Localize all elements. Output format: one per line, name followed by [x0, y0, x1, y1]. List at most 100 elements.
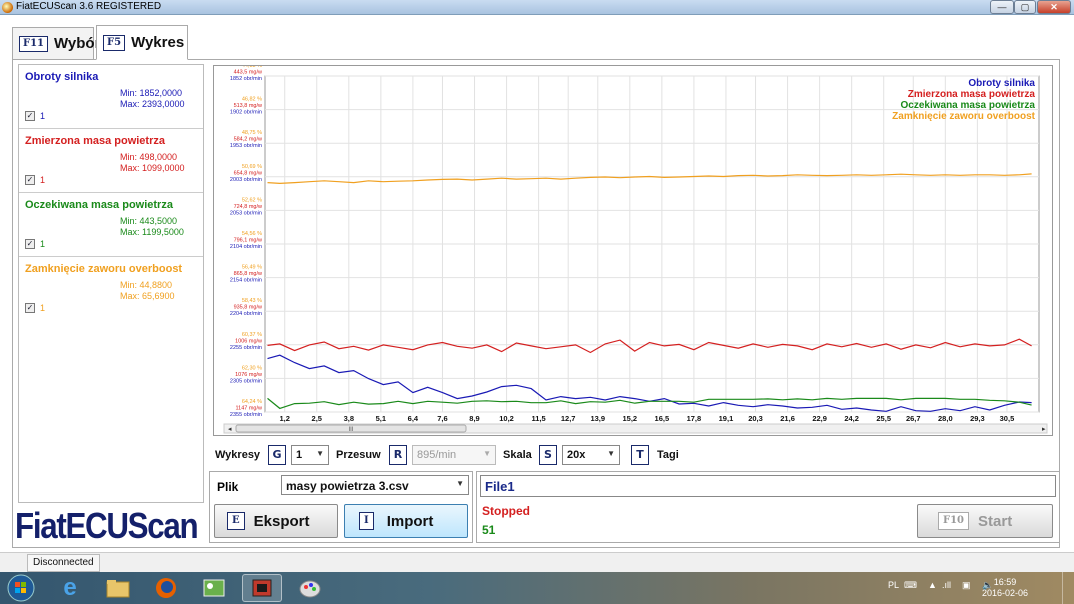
y-tick-label: 50,69 %: [242, 164, 262, 170]
legend-entry: Zamknięcie zaworu overboost: [892, 111, 1035, 122]
status-state: Stopped: [482, 504, 530, 518]
przesuw-key[interactable]: R: [389, 445, 407, 465]
y-tick-label: 48,75 %: [242, 130, 262, 136]
signal-checkbox[interactable]: ✓: [25, 239, 35, 249]
y-tick-label: 1902 obr/min: [230, 110, 262, 116]
signal-name: Zmierzona masa powietrza: [25, 135, 165, 147]
signal-axis-number: 1: [40, 239, 46, 249]
skala-key[interactable]: S: [539, 445, 557, 465]
y-tick-label: 64,24 %: [242, 399, 262, 405]
signal-name: Zamknięcie zaworu overboost: [25, 263, 183, 275]
taskbar: e PL ⌨ ▲ .ıll ▣ 🔈 16:59 2016-02-06: [0, 572, 1074, 604]
chevron-down-icon: ▼: [456, 479, 464, 488]
signal-axis-number: 1: [40, 175, 46, 185]
line-chart: 1,2 2,5 3,8 5,1 6,4 7,6 8,9 10,2 11,5 12,7 13,9 15,…: [223, 66, 1048, 434]
export-button[interactable]: E Eksport: [214, 504, 338, 538]
przesuw-value: 895/min: [417, 449, 457, 461]
x-tick-label: 6,4: [408, 414, 419, 423]
y-tick-label: 2154 obr/min: [230, 278, 262, 284]
start-button[interactable]: F10 Start: [917, 504, 1053, 538]
close-button[interactable]: ✕: [1037, 0, 1071, 14]
y-tick-label: 2053 obr/min: [230, 210, 262, 216]
signal-checkbox[interactable]: ✓: [25, 303, 35, 313]
y-tick-label: 60,37 %: [242, 332, 262, 338]
network-icon[interactable]: ▣: [962, 580, 971, 591]
x-tick-label: 25,5: [876, 414, 891, 423]
wykresy-label: Wykresy: [215, 449, 261, 461]
language-indicator[interactable]: PL: [888, 580, 899, 590]
y-tick-label: 584,2 mg/w: [234, 137, 262, 143]
y-tick-label: 2204 obr/min: [230, 311, 262, 317]
x-tick-label: 11,5: [532, 414, 546, 423]
signal-icon[interactable]: .ıll: [942, 580, 951, 590]
clock-date: 2016-02-06: [981, 588, 1028, 598]
y-tick-label: 56,49 %: [242, 265, 262, 271]
tab-wybor[interactable]: F11 Wybór: [12, 27, 100, 60]
scrollbar-grip: III: [348, 427, 353, 433]
legend-entry: Zmierzona masa powietrza: [908, 89, 1036, 100]
app-logo: FiatECUScan: [15, 505, 199, 546]
y-tick-label: 2355 obr/min: [230, 412, 262, 418]
x-tick-label: 16,5: [655, 414, 670, 423]
x-tick-label: 15,2: [623, 414, 638, 423]
plik-select[interactable]: masy powietrza 3.csv ▼: [281, 475, 469, 495]
signal-checkbox[interactable]: ✓: [25, 175, 35, 185]
signal-max: Max: 1099,0000: [120, 163, 185, 173]
clock[interactable]: 16:59 2016-02-06: [982, 577, 1028, 599]
y-tick-label: 1852 obr/min: [230, 76, 262, 82]
y-tick-label: 1147 mg/w: [236, 406, 263, 412]
x-tick-label: 7,6: [437, 414, 447, 423]
tagi-label: Tagi: [657, 449, 679, 461]
scroll-left-icon: ◂: [228, 426, 232, 433]
signal-min: Min: 44,8800: [120, 280, 173, 290]
y-tick-label: 865,8 mg/w: [234, 271, 262, 277]
start-orb-icon[interactable]: [2, 574, 40, 602]
import-button[interactable]: I Import: [344, 504, 468, 538]
x-tick-label: 28,0: [938, 414, 953, 423]
explorer-folder-icon[interactable]: [98, 574, 138, 602]
y-tick-label: 46,82 %: [242, 97, 262, 103]
x-tick-label: 13,9: [590, 414, 605, 423]
show-desktop-button[interactable]: [1062, 572, 1074, 604]
wykresy-key[interactable]: G: [268, 445, 286, 465]
firefox-icon[interactable]: [146, 574, 186, 602]
signal-item: Zamknięcie zaworu overboost Min: 44,8800…: [19, 257, 203, 321]
signal-checkbox[interactable]: ✓: [25, 111, 35, 121]
y-tick-label: 62,30 %: [242, 365, 262, 371]
chevron-down-icon: ▼: [316, 449, 324, 458]
signal-list: Obroty silnika Min: 1852,0000 Max: 2393,…: [18, 64, 204, 503]
signal-item: Obroty silnika Min: 1852,0000 Max: 2393,…: [19, 65, 203, 129]
x-tick-label: 21,6: [780, 414, 795, 423]
file-name-field: File1: [480, 475, 1056, 497]
chart-panel: 1,2 2,5 3,8 5,1 6,4 7,6 8,9 10,2 11,5 12,7 13,9 15,…: [213, 65, 1053, 436]
minimize-button[interactable]: —: [990, 0, 1014, 14]
y-tick-label: 1006 mg/w: [235, 338, 262, 344]
skala-select[interactable]: 20x ▼: [562, 445, 620, 465]
skala-value: 20x: [567, 449, 586, 461]
plik-label: Plik: [217, 480, 239, 494]
tab-wykres[interactable]: F5 Wykres: [96, 25, 188, 60]
x-tick-label: 19,1: [719, 414, 734, 423]
tab-key: F5: [103, 34, 126, 51]
signal-name: Oczekiwana masa powietrza: [25, 199, 173, 211]
fiatecuscan-task-icon[interactable]: [242, 574, 282, 602]
keyboard-icon[interactable]: ⌨: [904, 580, 917, 591]
paint-icon[interactable]: [290, 574, 330, 602]
internet-explorer-icon[interactable]: e: [50, 574, 90, 602]
tab-label: Wybór: [54, 35, 101, 52]
y-tick-label: 2305 obr/min: [230, 378, 262, 384]
signal-item: Oczekiwana masa powietrza Min: 443,5000 …: [19, 193, 203, 257]
przesuw-select[interactable]: 895/min ▼: [412, 445, 496, 465]
maximize-button[interactable]: ▢: [1014, 0, 1036, 14]
signal-axis-number: 1: [40, 111, 46, 121]
wykresy-select[interactable]: 1 ▼: [291, 445, 329, 465]
signal-item: Zmierzona masa powietrza Min: 498,0000 M…: [19, 129, 203, 193]
x-tick-label: 5,1: [376, 414, 386, 423]
x-tick-label: 1,2: [280, 414, 290, 423]
clock-time: 16:59: [993, 577, 1017, 587]
signal-max: Max: 65,6900: [120, 291, 175, 301]
import-label: Import: [386, 512, 434, 530]
tagi-key[interactable]: T: [631, 445, 649, 465]
tray-expand-icon[interactable]: ▲: [928, 580, 937, 590]
photos-icon[interactable]: [194, 574, 234, 602]
